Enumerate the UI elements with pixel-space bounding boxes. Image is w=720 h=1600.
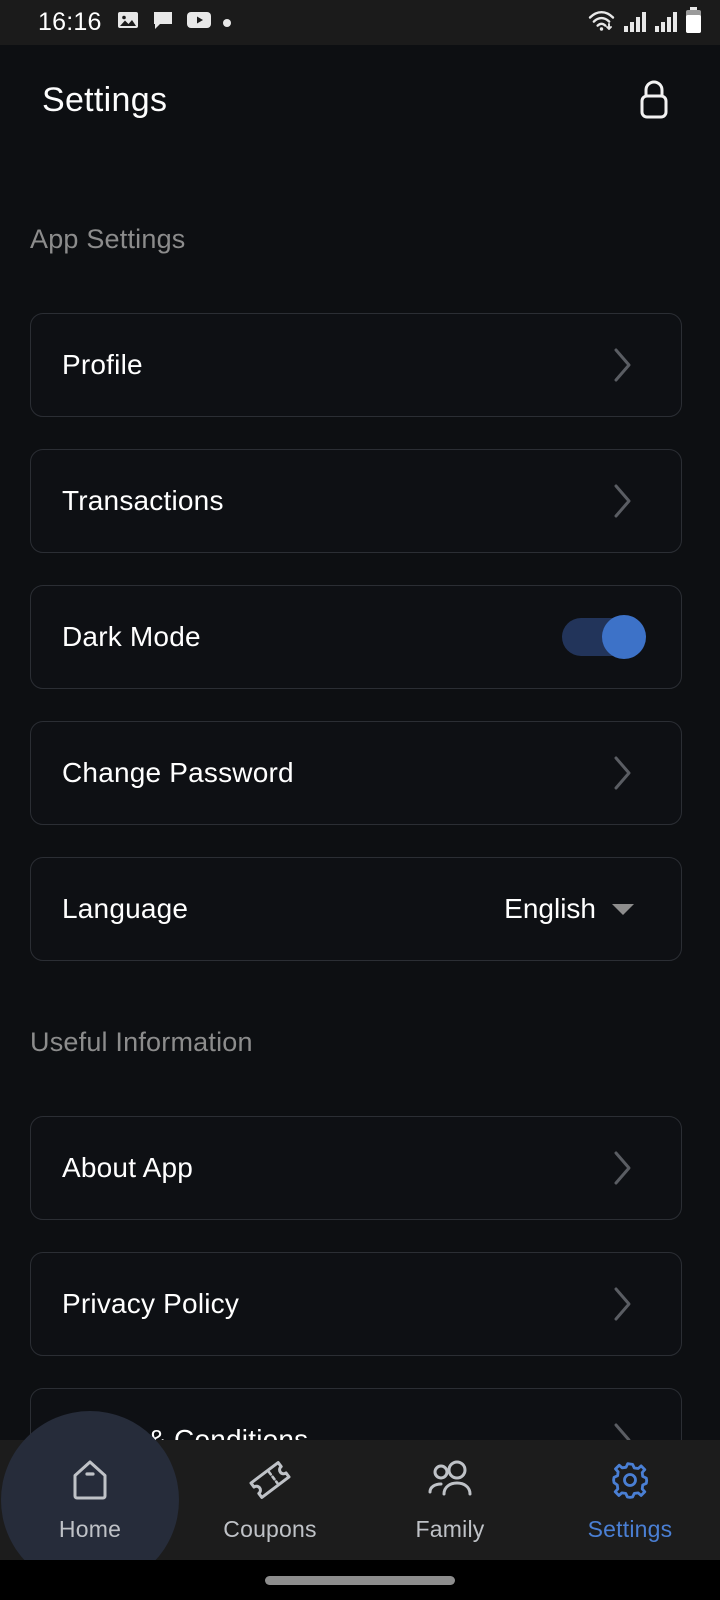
nav-tab-label: Home xyxy=(58,1515,122,1542)
app-header: Settings xyxy=(0,45,720,155)
nav-tab-family[interactable]: Family xyxy=(360,1440,540,1560)
home-icon xyxy=(69,1458,111,1507)
chevron-right-icon xyxy=(612,1285,634,1323)
nav-tab-home[interactable]: Home xyxy=(0,1411,180,1589)
page-title: Settings xyxy=(42,80,168,119)
status-bar-system-icons xyxy=(588,7,702,38)
nav-tab-label: Coupons xyxy=(223,1515,317,1542)
chevron-right-icon xyxy=(612,482,634,520)
youtube-icon xyxy=(186,10,212,35)
language-selector[interactable]: English xyxy=(504,893,634,925)
settings-row-dark-mode[interactable]: Dark Mode xyxy=(30,585,682,689)
dot-indicator xyxy=(222,18,231,27)
language-value: English xyxy=(504,893,596,924)
signal-icon-sim1 xyxy=(623,11,647,38)
settings-row-transactions[interactable]: Transactions xyxy=(30,449,682,553)
wifi-icon xyxy=(588,9,616,38)
chevron-right-icon xyxy=(612,346,634,384)
lock-icon[interactable] xyxy=(628,74,680,126)
home-indicator[interactable] xyxy=(265,1575,455,1585)
settings-row-label: Language xyxy=(62,893,189,924)
settings-row-label: About App xyxy=(62,1152,194,1183)
settings-row-label: Profile xyxy=(62,349,143,380)
bottom-navigation-bar: Home Coupons Family Settings xyxy=(0,1411,720,1589)
section-title-useful-information: Useful Information xyxy=(30,1027,253,1057)
settings-row-language[interactable]: Language English xyxy=(30,857,682,961)
ticket-icon xyxy=(247,1458,293,1507)
settings-row-label: Change Password xyxy=(62,757,294,788)
settings-screen: 16:16 Settings App Settings Profile Tran… xyxy=(0,0,720,1600)
signal-icon-sim2 xyxy=(654,11,678,38)
chat-bubble-icon xyxy=(151,8,175,37)
nav-tab-coupons[interactable]: Coupons xyxy=(180,1440,360,1560)
nav-tab-label: Settings xyxy=(587,1515,673,1542)
system-gesture-bar xyxy=(0,1560,720,1600)
section-title-app-settings: App Settings xyxy=(30,224,186,254)
settings-row-label: Transactions xyxy=(62,485,224,516)
dark-mode-toggle[interactable] xyxy=(562,615,646,659)
settings-row-label: Privacy Policy xyxy=(62,1288,240,1319)
nav-tab-label: Family xyxy=(415,1515,485,1542)
chevron-down-icon xyxy=(612,903,634,915)
settings-row-privacy-policy[interactable]: Privacy Policy xyxy=(30,1252,682,1356)
chevron-right-icon xyxy=(612,1149,634,1187)
status-bar-clock: 16:16 xyxy=(38,8,102,36)
people-icon xyxy=(425,1458,475,1507)
settings-row-change-password[interactable]: Change Password xyxy=(30,721,682,825)
settings-content: App Settings Profile Transactions Dark M… xyxy=(0,155,720,1492)
chevron-right-icon xyxy=(612,754,634,792)
status-bar: 16:16 xyxy=(0,0,720,45)
gear-icon xyxy=(608,1458,652,1507)
settings-row-profile[interactable]: Profile xyxy=(30,313,682,417)
status-bar-notification-icons xyxy=(116,8,231,37)
settings-row-about-app[interactable]: About App xyxy=(30,1116,682,1220)
settings-row-label: Dark Mode xyxy=(62,621,201,652)
nav-tab-settings[interactable]: Settings xyxy=(540,1440,720,1560)
toggle-knob xyxy=(602,615,646,659)
gallery-icon xyxy=(116,8,140,37)
battery-icon xyxy=(685,7,702,38)
